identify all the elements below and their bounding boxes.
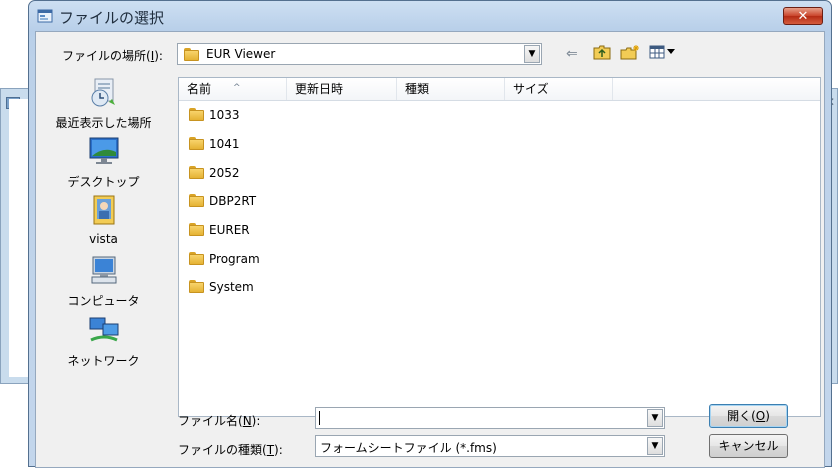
place-label: コンピュータ [67, 294, 140, 308]
views-menu-icon[interactable] [649, 44, 677, 60]
look-in-value: EUR Viewer [206, 47, 276, 61]
back-arrow-icon[interactable]: ⇐ [566, 46, 578, 62]
text-caret [319, 411, 320, 425]
open-button[interactable]: 開く(O) [709, 404, 788, 428]
folder-icon [189, 166, 205, 179]
column-header-name[interactable]: 名前 ^ [179, 78, 287, 100]
place-label: 最近表示した場所 [55, 116, 152, 130]
folder-icon [189, 137, 205, 150]
recent-places-icon [91, 78, 115, 107]
file-name: EURER [209, 223, 250, 237]
place-recent[interactable]: 最近表示した場所 [36, 76, 171, 131]
computer-icon [91, 256, 116, 284]
folder-icon [184, 48, 200, 61]
place-label: vista [89, 232, 118, 246]
desktop-icon [89, 137, 118, 164]
filename-input[interactable]: ▼ [315, 407, 665, 429]
dialog-client-area: ファイルの場所(I): EUR Viewer ▼ ⇐ 最近表示した場所 デスクト… [35, 31, 825, 468]
look-in-label: ファイルの場所(I): [62, 49, 163, 63]
user-folder-icon [93, 195, 114, 225]
filetype-dropdown-button[interactable]: ▼ [647, 437, 663, 455]
new-folder-icon[interactable] [620, 44, 640, 60]
list-item[interactable]: EURER [189, 220, 250, 240]
column-header-type[interactable]: 種類 [397, 78, 505, 100]
title-bar[interactable]: ファイルの選択 ✕ [29, 1, 831, 31]
file-name: Program [209, 252, 260, 266]
filename-label: ファイル名(N): [178, 414, 261, 428]
column-header-size[interactable]: サイズ [505, 78, 613, 100]
filetype-value: フォームシートファイル (*.fms) [320, 441, 497, 455]
folder-icon [189, 252, 205, 265]
sort-ascending-icon: ^ [233, 83, 241, 93]
up-folder-icon[interactable] [593, 44, 611, 60]
folder-icon [189, 223, 205, 236]
filetype-select[interactable]: フォームシートファイル (*.fms) ▼ [315, 435, 665, 457]
column-header-row: 名前 ^ 更新日時 種類 サイズ [179, 78, 820, 101]
folder-icon [189, 108, 205, 121]
close-button[interactable]: ✕ [783, 7, 823, 25]
place-computer[interactable]: コンピュータ [36, 254, 171, 309]
cancel-button[interactable]: キャンセル [709, 434, 788, 458]
dialog-title: ファイルの選択 [59, 9, 165, 27]
look-in-combobox[interactable]: EUR Viewer ▼ [177, 43, 542, 65]
filetype-label: ファイルの種類(T): [178, 443, 283, 457]
place-user[interactable]: vista [36, 194, 171, 246]
list-item[interactable]: 2052 [189, 163, 240, 183]
place-label: ネットワーク [67, 354, 140, 368]
file-name: 1033 [209, 108, 240, 122]
place-label: デスクトップ [67, 175, 140, 189]
file-name: 2052 [209, 166, 240, 180]
list-item[interactable]: DBP2RT [189, 191, 256, 211]
look-in-dropdown-button[interactable]: ▼ [524, 45, 540, 63]
places-bar: 最近表示した場所 デスクトップ vista コンピュータ ネットワーク [36, 76, 171, 416]
file-name: 1041 [209, 137, 240, 151]
place-network[interactable]: ネットワーク [36, 314, 171, 369]
filename-dropdown-button[interactable]: ▼ [647, 409, 663, 427]
folder-icon [189, 194, 205, 207]
file-name: DBP2RT [209, 194, 257, 208]
file-list-view[interactable]: 名前 ^ 更新日時 種類 サイズ 1033 1041 2052 DBP2RT EU… [178, 77, 821, 417]
list-item[interactable]: 1033 [189, 105, 240, 125]
list-item[interactable]: 1041 [189, 134, 240, 154]
column-header-modified[interactable]: 更新日時 [287, 78, 397, 100]
place-desktop[interactable]: デスクトップ [36, 135, 171, 190]
network-icon [89, 317, 118, 342]
list-item[interactable]: System [189, 277, 254, 297]
file-select-dialog: ファイルの選択 ✕ ファイルの場所(I): EUR Viewer ▼ ⇐ 最近表… [28, 0, 832, 468]
dialog-app-icon [37, 9, 53, 23]
list-item[interactable]: Program [189, 249, 260, 269]
file-name: System [209, 280, 254, 294]
folder-icon [189, 280, 205, 293]
